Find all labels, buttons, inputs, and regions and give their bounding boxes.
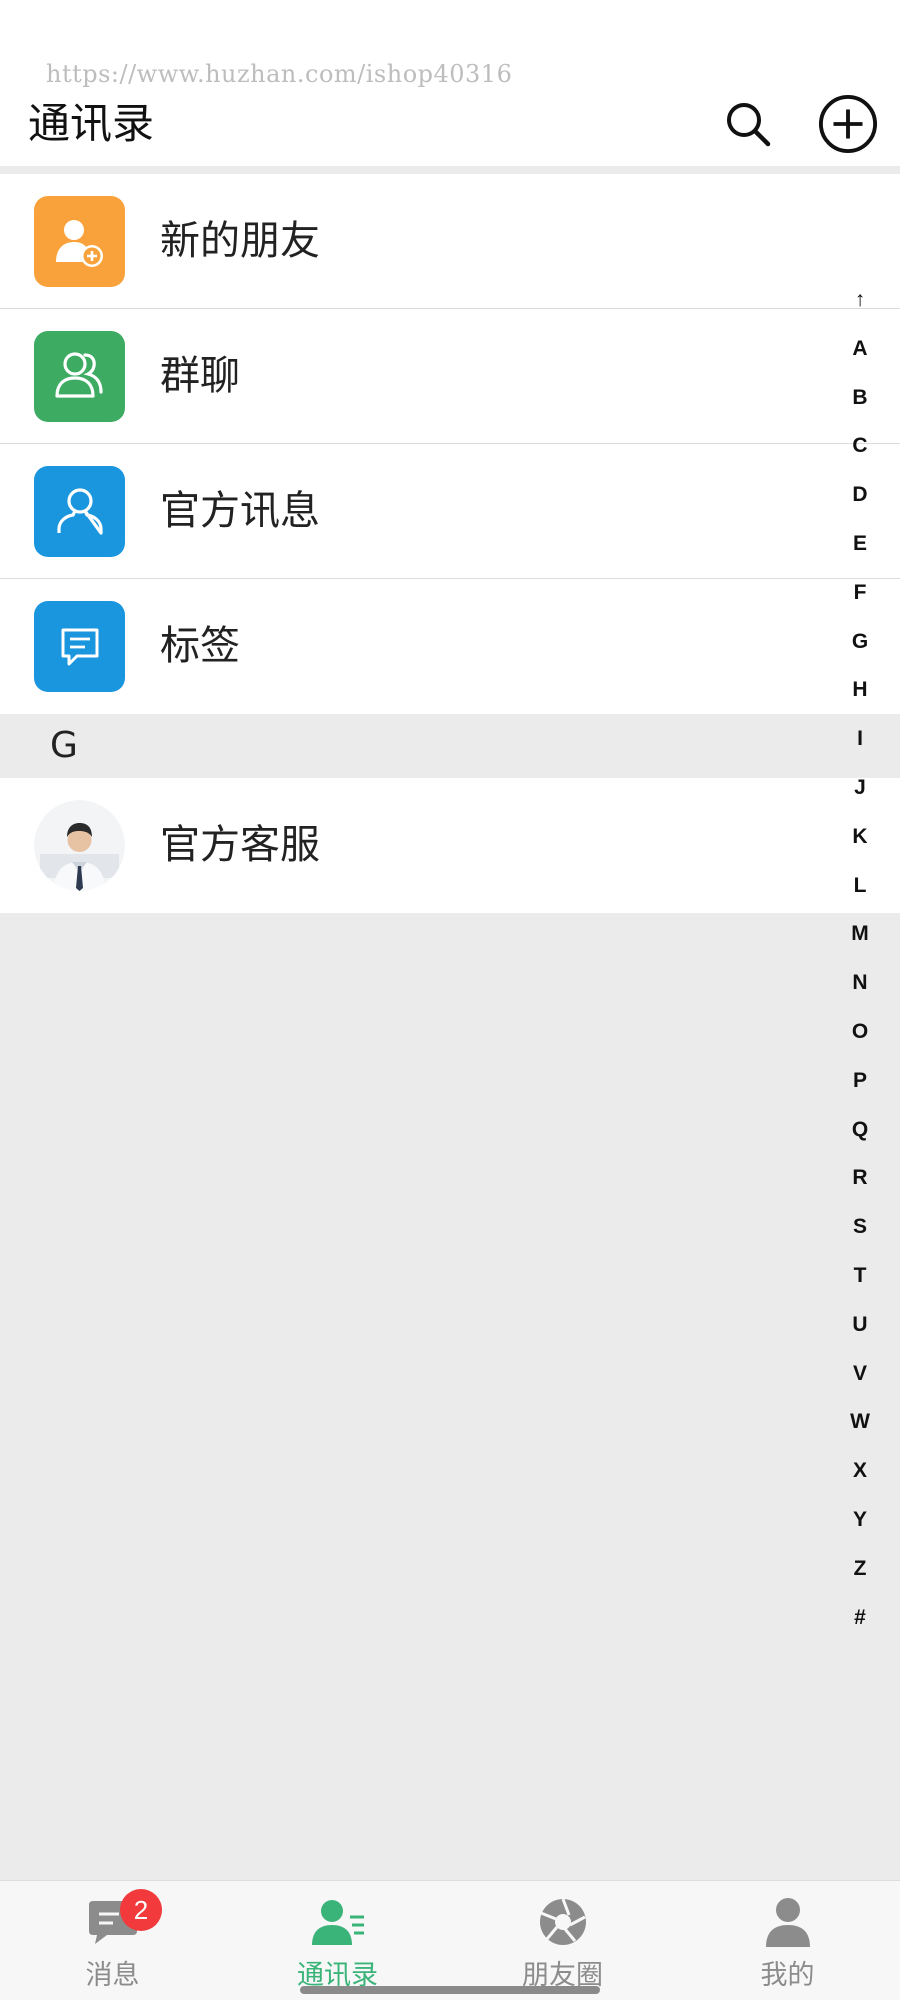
plus-circle-icon: [818, 94, 878, 154]
search-icon: [727, 103, 771, 147]
menu-item-group-chat[interactable]: 群聊: [0, 309, 900, 444]
tab-messages[interactable]: 2 消息: [0, 1881, 225, 2000]
index-letter[interactable]: J: [840, 764, 880, 813]
menu-item-new-friends[interactable]: 新的朋友: [0, 174, 900, 309]
unread-badge: 2: [120, 1889, 162, 1931]
group-chat-icon: [34, 331, 125, 422]
index-letter[interactable]: G: [840, 618, 880, 667]
index-letter[interactable]: Z: [840, 1545, 880, 1594]
index-letter[interactable]: U: [840, 1301, 880, 1350]
menu-item-label: 标签: [160, 623, 240, 669]
index-letter[interactable]: Y: [840, 1496, 880, 1545]
index-letter[interactable]: S: [840, 1203, 880, 1252]
add-friend-icon: [34, 196, 125, 287]
add-button[interactable]: [818, 94, 878, 154]
index-letter[interactable]: W: [840, 1398, 880, 1447]
bottom-tab-bar: 2 消息 通讯录 朋友圈 我的: [0, 1880, 900, 2000]
official-user-icon: [34, 466, 125, 557]
avatar: [34, 800, 125, 891]
menu-item-official-news[interactable]: 官方讯息: [0, 444, 900, 579]
index-letter[interactable]: V: [840, 1350, 880, 1399]
menu-item-label: 新的朋友: [160, 218, 320, 264]
index-letter[interactable]: X: [840, 1447, 880, 1496]
index-letter[interactable]: T: [840, 1252, 880, 1301]
moments-icon: [539, 1898, 586, 1945]
home-indicator: [300, 1986, 600, 1994]
menu-item-label: 群聊: [160, 353, 240, 399]
index-letter[interactable]: B: [840, 374, 880, 423]
header-separator: [0, 166, 900, 174]
tab-label: 我的: [760, 1960, 815, 1991]
contacts-screen: https://www.huzhan.com/ishop40316 通讯录 新的…: [0, 0, 900, 2000]
index-letter[interactable]: P: [840, 1057, 880, 1106]
index-letter[interactable]: K: [840, 813, 880, 862]
tab-contacts[interactable]: 通讯录: [225, 1881, 450, 2000]
alphabet-index[interactable]: ↑ A B C D E F G H I J K L M N O P Q R S …: [840, 276, 880, 1642]
menu-item-tags[interactable]: 标签: [0, 579, 900, 714]
index-letter[interactable]: H: [840, 666, 880, 715]
watermark-text: https://www.huzhan.com/ishop40316: [46, 60, 513, 88]
index-letter[interactable]: A: [840, 325, 880, 374]
tab-label: 消息: [85, 1960, 140, 1991]
menu-item-label: 官方讯息: [160, 488, 320, 534]
tab-profile[interactable]: 我的: [675, 1881, 900, 2000]
contacts-list: 新的朋友 群聊 官方讯息 标签 G 官方客服: [0, 174, 900, 913]
index-letter[interactable]: C: [840, 422, 880, 471]
index-letter[interactable]: I: [840, 715, 880, 764]
page-title: 通讯录: [28, 99, 155, 148]
contact-customer-service[interactable]: 官方客服: [0, 778, 900, 913]
index-letter[interactable]: E: [840, 520, 880, 569]
header: https://www.huzhan.com/ishop40316 通讯录: [0, 0, 900, 168]
index-letter[interactable]: ↑: [840, 276, 880, 325]
index-letter[interactable]: R: [840, 1154, 880, 1203]
index-letter[interactable]: L: [840, 862, 880, 911]
index-letter[interactable]: M: [840, 910, 880, 959]
section-header-g: G: [0, 714, 900, 778]
profile-icon: [765, 1898, 810, 1947]
contacts-icon: [311, 1900, 364, 1945]
search-button[interactable]: [718, 94, 778, 154]
index-letter[interactable]: Q: [840, 1106, 880, 1155]
index-letter[interactable]: F: [840, 569, 880, 618]
tag-message-icon: [34, 601, 125, 692]
index-letter[interactable]: #: [840, 1594, 880, 1643]
contact-name: 官方客服: [160, 822, 320, 868]
index-letter[interactable]: N: [840, 959, 880, 1008]
index-letter[interactable]: O: [840, 1008, 880, 1057]
tab-moments[interactable]: 朋友圈: [450, 1881, 675, 2000]
index-letter[interactable]: D: [840, 471, 880, 520]
